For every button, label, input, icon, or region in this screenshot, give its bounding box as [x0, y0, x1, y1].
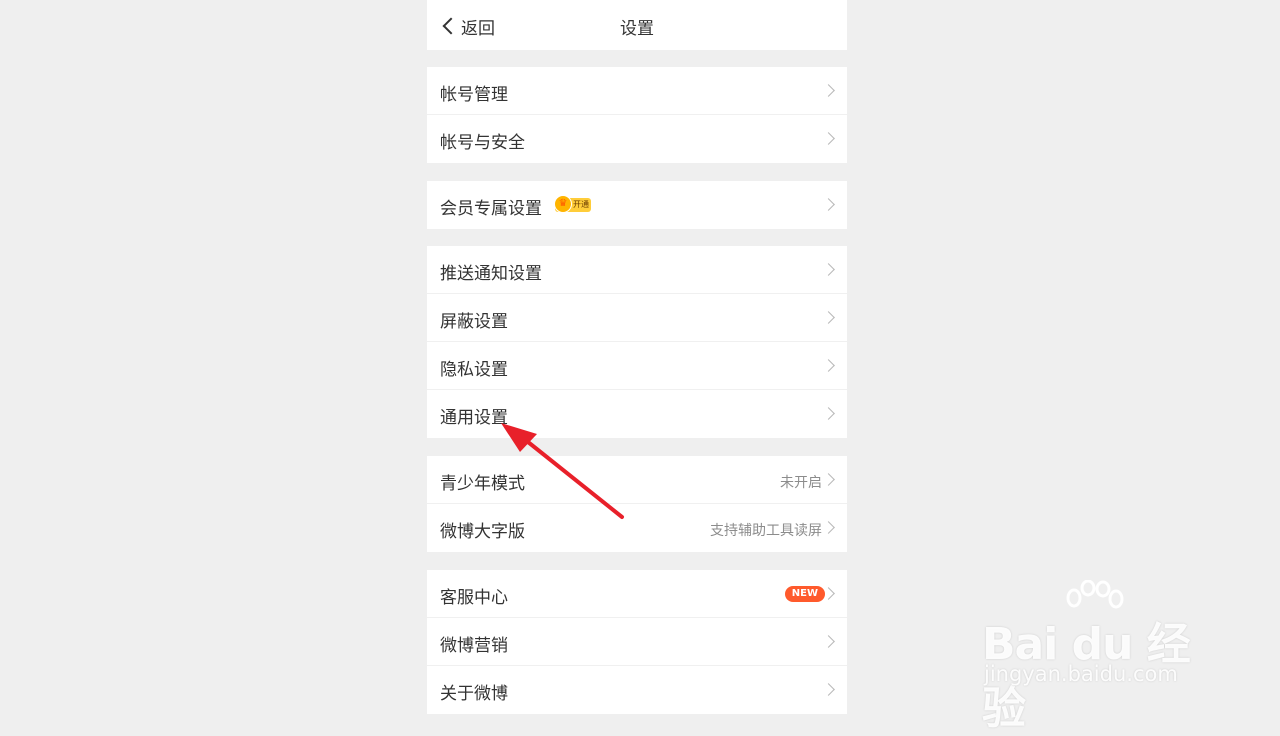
row-privacy-settings[interactable]: 隐私设置 [427, 342, 847, 390]
row-push-notifications[interactable]: 推送通知设置 [427, 246, 847, 294]
row-large-font[interactable]: 微博大字版 支持辅助工具读屏 [427, 504, 847, 552]
vip-badge-text: 开通 [573, 200, 589, 209]
watermark-url: jingyan.baidu.com [984, 662, 1178, 686]
new-badge: NEW [784, 586, 825, 602]
chevron-right-icon [822, 263, 835, 276]
settings-group-support: 客服中心 NEW 微博营销 关于微博 [427, 570, 847, 714]
row-label: 推送通知设置 [440, 264, 542, 284]
row-label: 客服中心 [440, 588, 508, 608]
row-label: 微博营销 [440, 636, 508, 656]
row-value: 支持辅助工具读屏 [710, 523, 822, 539]
settings-group-account: 帐号管理 帐号与安全 [427, 67, 847, 163]
row-general-settings[interactable]: 通用设置 [427, 390, 847, 438]
row-about-weibo[interactable]: 关于微博 [427, 666, 847, 714]
row-label: 微博大字版 [440, 522, 525, 542]
chevron-right-icon [822, 521, 835, 534]
row-account-security[interactable]: 帐号与安全 [427, 115, 847, 163]
chevron-right-icon [822, 132, 835, 145]
chevron-right-icon [822, 311, 835, 324]
row-teen-mode[interactable]: 青少年模式 未开启 [427, 456, 847, 504]
row-customer-service[interactable]: 客服中心 NEW [427, 570, 847, 618]
vip-badge: ♛ 开通 [554, 195, 591, 213]
row-label: 屏蔽设置 [440, 312, 508, 332]
crown-icon: ♛ [554, 195, 572, 213]
navbar: 返回 设置 [427, 0, 847, 50]
chevron-right-icon [822, 635, 835, 648]
row-block-settings[interactable]: 屏蔽设置 [427, 294, 847, 342]
chevron-right-icon [822, 587, 835, 600]
row-value: 未开启 [780, 475, 822, 491]
row-label: 隐私设置 [440, 360, 508, 380]
settings-group-modes: 青少年模式 未开启 微博大字版 支持辅助工具读屏 [427, 456, 847, 552]
row-label: 会员专属设置 [440, 199, 542, 219]
row-label: 通用设置 [440, 408, 508, 428]
row-label: 帐号管理 [440, 85, 508, 105]
chevron-right-icon [822, 473, 835, 486]
baidu-watermark: Bai du 经验 jingyan.baidu.com [982, 580, 1222, 734]
row-label: 青少年模式 [440, 474, 525, 494]
row-account-management[interactable]: 帐号管理 [427, 67, 847, 115]
settings-group-general: 推送通知设置 屏蔽设置 隐私设置 通用设置 [427, 246, 847, 438]
settings-screen: 返回 设置 帐号管理 帐号与安全 会员专属设置 ♛ 开通 推送通知设置 屏蔽设置… [427, 0, 847, 720]
row-vip-settings[interactable]: 会员专属设置 ♛ 开通 [427, 181, 847, 229]
row-label: 关于微博 [440, 684, 508, 704]
page-title: 设置 [620, 19, 654, 39]
chevron-right-icon [822, 683, 835, 696]
row-weibo-marketing[interactable]: 微博营销 [427, 618, 847, 666]
chevron-right-icon [822, 359, 835, 372]
settings-group-vip: 会员专属设置 ♛ 开通 [427, 181, 847, 229]
chevron-right-icon [822, 84, 835, 97]
chevron-right-icon [822, 198, 835, 211]
row-label: 帐号与安全 [440, 133, 525, 153]
chevron-right-icon [822, 407, 835, 420]
